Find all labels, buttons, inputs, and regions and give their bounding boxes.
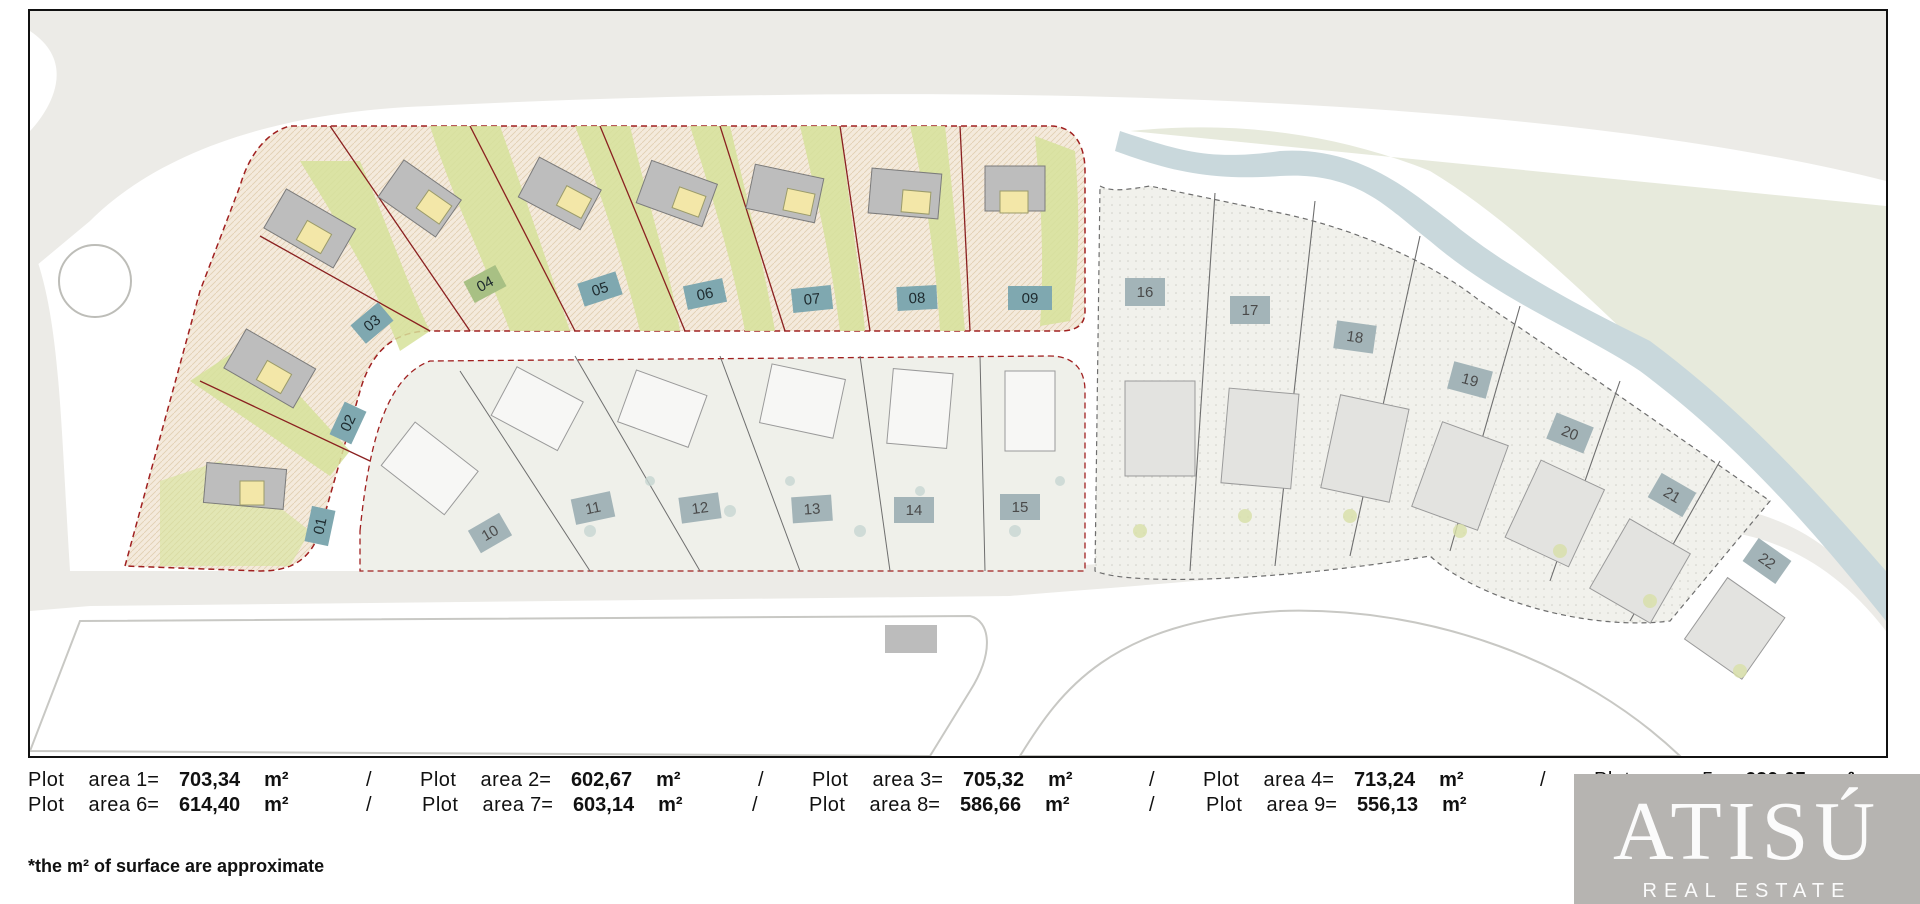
- plot-label-18: 18: [1345, 328, 1364, 347]
- plot-label-16: 16: [1137, 284, 1154, 301]
- separator: /: [366, 769, 372, 791]
- plot-area-value: 705,32: [962, 769, 1025, 791]
- plot-area-1: Plot area 1= 703,34 m²: [28, 769, 289, 791]
- approximate-surface-note: *the m² of surface are approximate: [28, 856, 325, 876]
- plot-area-unit: m²: [264, 794, 289, 816]
- plot-label-06: 06: [695, 284, 715, 304]
- plot-area-6: Plot area 6= 614,40 m²: [28, 794, 289, 816]
- plot-area-unit: m²: [264, 769, 289, 791]
- plot-area-9: Plot area 9= 556,13 m²: [1206, 794, 1467, 816]
- plot-area-7: Plot area 7= 603,14 m²: [422, 794, 683, 816]
- plot-area-value: 586,66: [959, 794, 1022, 816]
- plot-area-2: Plot area 2= 602,67 m²: [420, 769, 681, 791]
- separator: /: [752, 794, 758, 816]
- separator: /: [1540, 769, 1546, 791]
- plot-label-13: 13: [803, 500, 821, 518]
- site-plan-map: 01 02 03 04 05 06 07 08 09 10 11 12 13 1…: [28, 9, 1888, 758]
- plot-area-value: 713,24: [1353, 769, 1416, 791]
- utility-building: [885, 625, 937, 653]
- plot-label-01: 01: [310, 516, 330, 536]
- plot-label-15: 15: [1012, 499, 1029, 516]
- plot-label-08: 08: [908, 290, 926, 308]
- plot-area-value: 603,14: [572, 794, 635, 816]
- plot-label-14: 14: [906, 502, 923, 519]
- plot-label-17: 17: [1242, 302, 1259, 319]
- separator: /: [1149, 794, 1155, 816]
- roundabout: [58, 244, 132, 318]
- plot-area-value: 614,40: [178, 794, 241, 816]
- separator: /: [1149, 769, 1155, 791]
- plot-area-unit: m²: [1439, 769, 1464, 791]
- separator: /: [758, 769, 764, 791]
- separator: /: [366, 794, 372, 816]
- plot-area-unit: m²: [656, 769, 681, 791]
- plot-area-unit: m²: [1048, 769, 1073, 791]
- plot-label-09: 09: [1022, 290, 1039, 307]
- plot-area-8: Plot area 8= 586,66 m²: [809, 794, 1070, 816]
- site-plan-drawing: 01 02 03 04 05 06 07 08 09 10 11 12 13 1…: [30, 11, 1886, 756]
- logo-tagline: REAL ESTATE: [1642, 880, 1852, 902]
- plot-label-12: 12: [691, 499, 710, 518]
- plot-area-unit: m²: [1442, 794, 1467, 816]
- plot-area-value: 602,67: [570, 769, 633, 791]
- plot-area-4: Plot area 4= 713,24 m²: [1203, 769, 1464, 791]
- plot-label-07: 07: [803, 290, 821, 309]
- plot-area-unit: m²: [658, 794, 683, 816]
- atisu-logo: ATISÚ REAL ESTATE: [1574, 774, 1920, 904]
- plot-area-3: Plot area 3= 705,32 m²: [812, 769, 1073, 791]
- plot-area-value: 556,13: [1356, 794, 1419, 816]
- plot-area-unit: m²: [1045, 794, 1070, 816]
- logo-name: ATISÚ: [1612, 785, 1881, 878]
- plot-area-value: 703,34: [178, 769, 241, 791]
